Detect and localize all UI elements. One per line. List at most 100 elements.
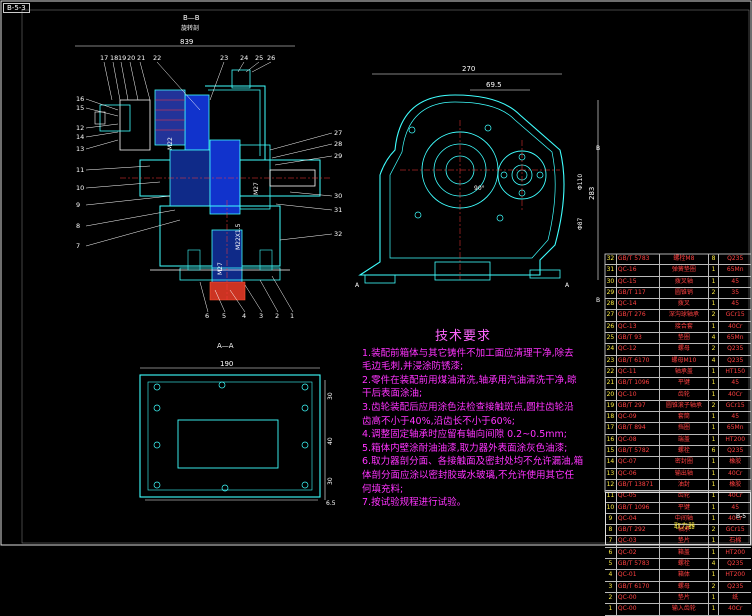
bom-cell: 1 bbox=[709, 604, 720, 615]
tech-requirement-line: 体剖分面应涂以密封胶或水玻璃,不允许使用其它任 bbox=[362, 469, 575, 481]
section-aa-label: A—A bbox=[217, 342, 234, 350]
bom-cell: 45 bbox=[731, 277, 740, 285]
dim-base-h1: 30 bbox=[327, 392, 334, 400]
bom-cell: 40Cr bbox=[728, 605, 743, 613]
pn-l2: 12 bbox=[76, 124, 84, 132]
bom-cell: GB/T 276 bbox=[617, 310, 661, 321]
bom-row: 31 QC-16 弹簧垫圈 1 65Mn bbox=[605, 265, 751, 277]
bom-cell: 螺栓 bbox=[660, 446, 709, 457]
bom-cell: QC-06 bbox=[617, 468, 661, 479]
bom-cell: 3 bbox=[605, 581, 617, 592]
bom-cell: 1 bbox=[709, 265, 720, 276]
pn-t5: 22 bbox=[153, 54, 161, 62]
bom-cell: 接合套 bbox=[660, 321, 709, 333]
bom-cell: 32 bbox=[605, 254, 617, 265]
pn-l7: 9 bbox=[76, 201, 80, 209]
bom-cell: GB/T 5782 bbox=[617, 446, 661, 457]
bom-cell: 圆锥滚子轴承 bbox=[660, 400, 709, 412]
bom-row: 32 GB/T 5783 螺栓M8 8 Q235 bbox=[605, 254, 751, 266]
dim-bolt3: M27 bbox=[253, 182, 260, 195]
bom-row: 30 QC-15 拨叉轴 1 45 bbox=[605, 276, 751, 288]
bom-row: 24 QC-12 螺母 2 Q235 bbox=[605, 344, 751, 356]
bom-cell: 输入齿轮 bbox=[660, 604, 709, 615]
bom-cell: GB/T 5783 bbox=[617, 254, 661, 265]
bom-row: 15 GB/T 5782 螺栓 6 Q235 bbox=[605, 446, 751, 458]
bom-cell: 螺母M10 bbox=[660, 355, 709, 366]
bom-cell: 橡胶 bbox=[729, 480, 742, 488]
bom-cell: QC-00 bbox=[617, 592, 661, 604]
label-a-right: A bbox=[565, 282, 570, 289]
bom-cell: 40Cr bbox=[728, 390, 743, 398]
pn-r0: 27 bbox=[334, 129, 342, 137]
bom-cell: 2 bbox=[709, 581, 720, 592]
bom-cell: 橡胶 bbox=[729, 458, 742, 466]
dim-width: 270 bbox=[462, 65, 475, 73]
bom-row: 29 GB/T 117 圆锥销 2 35 bbox=[605, 287, 751, 300]
pn-b5: 1 bbox=[290, 312, 294, 320]
bom-cell: 12 bbox=[605, 479, 617, 491]
tech-requirement-line: 3.齿轮装配后应用涂色法检查接触斑点,圆柱齿轮沿 bbox=[362, 401, 574, 413]
bom-cell: 21 bbox=[605, 378, 617, 389]
title-block bbox=[605, 492, 751, 545]
bom-cell: 轴承盖 bbox=[660, 366, 709, 378]
pn-b2: 4 bbox=[242, 312, 246, 320]
dim-bolt2: M27 bbox=[217, 262, 224, 275]
bom-cell: 35 bbox=[731, 288, 740, 296]
pn-r4: 31 bbox=[334, 206, 342, 214]
bom-row: 28 QC-14 拨叉 1 45 bbox=[605, 299, 751, 311]
dim-height: 283 bbox=[588, 187, 596, 200]
pn-l9: 7 bbox=[76, 242, 80, 250]
side-view: 270 69.5 283 Φ87 Φ110 90° A A B B bbox=[355, 65, 600, 304]
bom-cell: 1 bbox=[709, 570, 720, 581]
bom-cell: 2 bbox=[709, 344, 720, 355]
bom-cell: 螺母 bbox=[660, 581, 709, 592]
bom-cell: QC-15 bbox=[617, 276, 661, 287]
title-block-code: B-5 bbox=[736, 513, 747, 520]
bom-cell: 17 bbox=[605, 423, 617, 434]
dim-angle: 90° bbox=[474, 185, 485, 192]
bom-cell: 2 bbox=[709, 287, 720, 299]
bom-cell: 6 bbox=[709, 446, 720, 457]
section-bb-sub: 旋转剖 bbox=[181, 24, 199, 32]
bom-cell: QC-01 bbox=[617, 570, 661, 581]
bom-cell: 40Cr bbox=[728, 469, 743, 477]
tech-requirement-line: 6.取力器剖分面、各接触面及密封处均不允许漏油,箱 bbox=[362, 456, 584, 468]
bom-cell: Q235 bbox=[727, 356, 744, 364]
bom-cell: 22 bbox=[605, 366, 617, 378]
bom-cell: Q235 bbox=[727, 255, 744, 262]
bom-cell: 2 bbox=[709, 400, 720, 412]
bom-row: 17 GB/T 894 挡圈 1 65Mn bbox=[605, 423, 751, 435]
tech-requirement-line: 毛边毛刺,并浸涂防锈漆; bbox=[362, 361, 464, 373]
bom-row: 27 GB/T 276 深沟球轴承 2 GCr15 bbox=[605, 310, 751, 322]
bom-cell: QC-14 bbox=[617, 299, 661, 310]
bom-cell: 密封圈 bbox=[660, 457, 709, 468]
bom-cell: 挡圈 bbox=[660, 423, 709, 434]
bom-row: 4 QC-01 箱体 1 HT200 bbox=[605, 570, 751, 582]
bom-cell: 6 bbox=[605, 547, 617, 558]
dim-base-len: 190 bbox=[220, 360, 233, 368]
label-b-bot: B bbox=[596, 297, 600, 304]
bom-cell: 45 bbox=[731, 413, 740, 421]
bom-cell: 1 bbox=[709, 547, 720, 558]
bom-cell: 螺母 bbox=[660, 344, 709, 355]
pn-l6: 10 bbox=[76, 184, 84, 192]
bom-cell: 15 bbox=[605, 446, 617, 457]
bom-cell: 13 bbox=[605, 468, 617, 479]
bom-cell: Q235 bbox=[727, 345, 744, 353]
pn-l4: 13 bbox=[76, 145, 84, 153]
bom-cell: 19 bbox=[605, 400, 617, 412]
dim-839: 839 bbox=[180, 38, 193, 46]
bom-cell: HT200 bbox=[725, 435, 746, 443]
bom-row: 5 GB/T 5783 螺栓 4 Q235 bbox=[605, 559, 751, 571]
bom-cell: 26 bbox=[605, 321, 617, 333]
bom-cell: 45 bbox=[731, 300, 740, 308]
bom-cell: 8 bbox=[709, 254, 720, 265]
bom-row: 23 GB/T 6170 螺母M10 4 Q235 bbox=[605, 355, 751, 367]
bom-row: 22 QC-11 轴承盖 1 HT150 bbox=[605, 366, 751, 379]
bom-cell: 箱盖 bbox=[660, 547, 709, 558]
bom-cell: GB/T 13871 bbox=[617, 479, 661, 491]
pn-r3: 30 bbox=[334, 192, 342, 200]
pn-b0: 6 bbox=[205, 312, 209, 320]
pn-r5: 32 bbox=[334, 230, 342, 238]
pn-t2: 19 bbox=[118, 54, 126, 62]
